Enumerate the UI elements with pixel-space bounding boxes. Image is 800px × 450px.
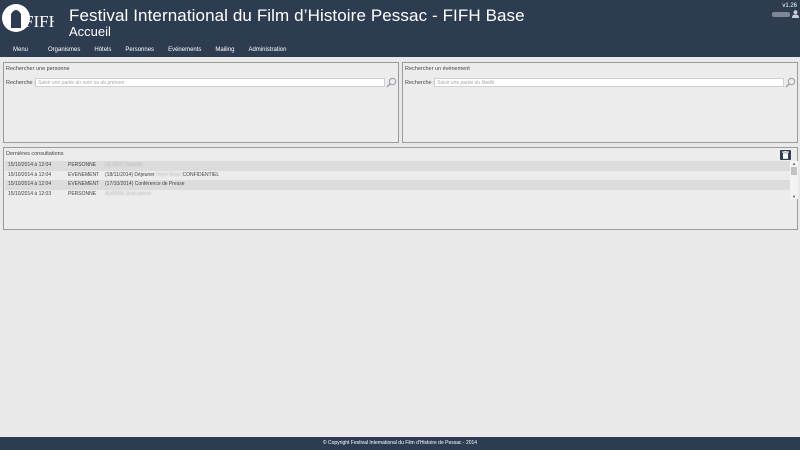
item-type: PERSONNE	[68, 190, 97, 197]
nav-mailing[interactable]: Mailing	[215, 44, 234, 56]
item-date: 15/10/2014 à 12:04	[8, 171, 52, 178]
nav-administration[interactable]: Administration	[248, 44, 286, 56]
item-type: EVENEMENT	[68, 171, 100, 178]
scroll-thumb[interactable]	[791, 167, 797, 175]
nav-personnes[interactable]: Personnes	[125, 44, 154, 56]
search-event-title: Rechercher un événement	[405, 66, 470, 72]
user-name-badge[interactable]	[772, 12, 790, 17]
search-person-title: Rechercher une personne	[6, 66, 70, 72]
item-label: (17/10/2014) Conférence de Presse	[105, 181, 185, 188]
list-item[interactable]: 15/10/2014 à 12:04 PERSONNE LE ROY Danie…	[5, 161, 790, 171]
search-event-panel: Rechercher un événement Recherche :	[402, 62, 798, 143]
logo-text: FIFHi	[24, 12, 54, 31]
user-icon[interactable]	[792, 10, 799, 18]
redacted-name: AUDRIN Jean-pierre	[105, 190, 151, 197]
redacted-name: LE ROY Danielle	[105, 162, 143, 168]
fifh-logo[interactable]: FIFHi	[2, 2, 54, 34]
item-label: AUDRIN Jean-pierre	[105, 190, 790, 199]
app-header: FIFHi Festival International du Film d’H…	[0, 0, 800, 57]
search-icon[interactable]	[386, 77, 397, 88]
search-event-label: Recherche :	[405, 80, 435, 86]
search-person-label: Recherche :	[6, 80, 36, 86]
app-title: Festival International du Film d’Histoir…	[69, 6, 525, 25]
nav-menu[interactable]: Menu	[13, 44, 28, 56]
nav-hotels[interactable]: Hôtels	[94, 44, 111, 56]
main-nav: Menu Organismes Hôtels Personnes Evéneme…	[0, 44, 286, 56]
item-label: LE ROY Danielle	[105, 161, 790, 171]
nav-evenements[interactable]: Evénements	[168, 44, 201, 56]
list-item[interactable]: 15/10/2014 à 12:04 EVENEMENT (18/11/2014…	[5, 170, 790, 181]
list-item[interactable]: 15/10/2014 à 12:03 PERSONNE AUDRIN Jean-…	[5, 189, 790, 199]
item-date: 15/10/2014 à 12:03	[8, 190, 52, 197]
page-title: Accueil	[69, 24, 111, 39]
redacted-name: Henri Brion	[156, 171, 182, 178]
item-label: (18/11/2014) Déjeuner Henri Brion CONFID…	[105, 171, 220, 178]
recent-consultations-panel: Dernières consultations 15/10/2014 à 12:…	[3, 147, 798, 230]
search-icon[interactable]	[785, 77, 796, 88]
search-event-input[interactable]	[434, 78, 784, 87]
recent-scrollbar[interactable]: ▲ ▼	[790, 161, 798, 199]
scroll-down-arrow-icon[interactable]: ▼	[790, 194, 798, 199]
item-type: PERSONNE	[68, 162, 97, 168]
version-label: v1.26	[782, 3, 797, 9]
item-date: 15/10/2014 à 12:04	[8, 181, 52, 188]
footer: © Copyright Festival International du Fi…	[0, 437, 800, 450]
clear-history-button[interactable]	[780, 150, 791, 160]
recent-title: Dernières consultations	[6, 151, 64, 157]
search-person-panel: Rechercher une personne Recherche :	[3, 62, 399, 143]
scroll-up-arrow-icon[interactable]: ▲	[790, 161, 798, 166]
item-date: 15/10/2014 à 12:04	[8, 162, 52, 168]
nav-organismes[interactable]: Organismes	[48, 44, 80, 56]
copyright-text: © Copyright Festival International du Fi…	[322, 440, 478, 446]
list-item[interactable]: 15/10/2014 à 12:04 EVENEMENT (17/10/2014…	[5, 180, 790, 190]
recent-list: 15/10/2014 à 12:04 PERSONNE LE ROY Danie…	[5, 161, 790, 199]
trash-icon	[782, 151, 789, 159]
item-type: EVENEMENT	[68, 181, 100, 188]
search-person-input[interactable]	[35, 78, 385, 87]
